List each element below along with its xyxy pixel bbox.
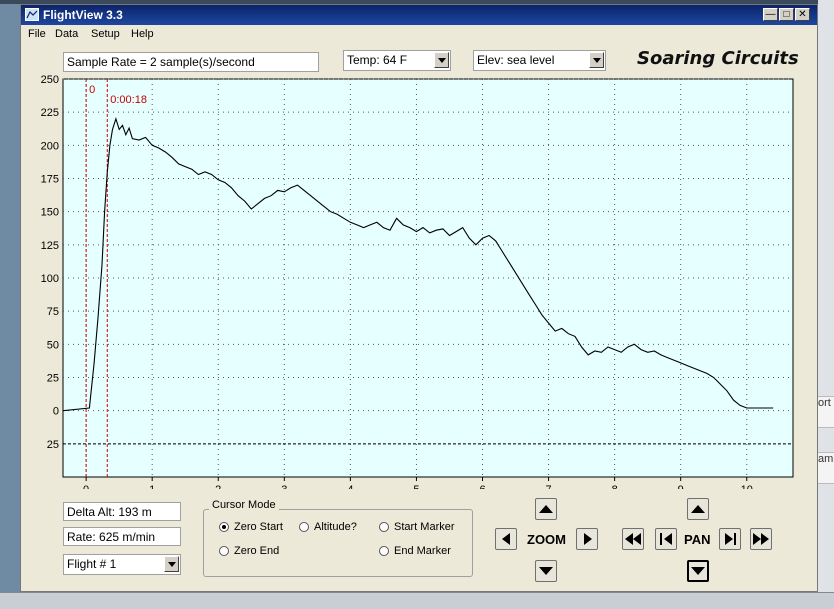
x-tick-label: 8 [612, 484, 618, 489]
y-tick-label: 75 [47, 306, 59, 318]
x-tick-label: 4 [347, 484, 353, 489]
x-tick-label: 2 [215, 484, 221, 489]
arrow-down-icon [691, 567, 705, 575]
x-tick-label: 3 [281, 484, 287, 489]
maximize-button[interactable]: □ [779, 8, 794, 21]
bar-icon [734, 533, 736, 545]
arrow-right-icon [584, 533, 592, 545]
y-tick-label: 200 [41, 140, 59, 152]
radio-dot-selected-icon [219, 522, 229, 532]
zoom-right-button[interactable] [576, 528, 598, 550]
flight-select[interactable]: Flight # 1 [63, 554, 181, 575]
app-chart-icon [25, 8, 39, 21]
x-tick-label: 7 [546, 484, 552, 489]
elev-value: Elev: sea level [477, 53, 555, 67]
radio-dot-icon [379, 522, 389, 532]
arrow-left-icon [664, 533, 672, 545]
arrow-up-icon [539, 505, 553, 513]
radio-altitude-label: Altitude? [314, 521, 357, 533]
x-tick-label: 9 [678, 484, 684, 489]
elev-select[interactable]: Elev: sea level [473, 50, 606, 71]
temp-dropdown-arrow-icon[interactable] [434, 52, 449, 68]
pan-up-button[interactable] [687, 498, 709, 520]
pan-left-button[interactable] [655, 528, 677, 550]
pan-down-button[interactable] [687, 560, 709, 582]
y-tick-label: 50 [47, 339, 59, 351]
radio-zero-start-label: Zero Start [234, 521, 283, 533]
radio-end-marker-label: End Marker [394, 545, 451, 557]
desktop-fragment-2: am [818, 452, 834, 484]
y-tick-label: 25 [47, 439, 59, 451]
zero-marker-label: 0 [89, 84, 95, 96]
double-arrow-right-icon [753, 533, 761, 545]
arrow-up-icon [691, 505, 705, 513]
minimize-button[interactable]: — [763, 8, 778, 21]
pan-last-button[interactable] [750, 528, 772, 550]
y-tick-label: 175 [41, 174, 59, 186]
zoom-label: ZOOM [527, 532, 566, 547]
window-title: FlightView 3.3 [43, 8, 123, 22]
double-arrow-left-icon [625, 533, 633, 545]
radio-altitude[interactable]: Altitude? [299, 521, 357, 533]
radio-zero-end-label: Zero End [234, 545, 280, 557]
radio-zero-start[interactable]: Zero Start [219, 521, 283, 533]
zoom-out-button[interactable] [535, 560, 557, 582]
arrow-right-icon [725, 533, 733, 545]
menu-file[interactable]: File [28, 28, 46, 40]
pan-first-button[interactable] [622, 528, 644, 550]
arrow-down-icon [539, 567, 553, 575]
y-tick-label: 150 [41, 207, 59, 219]
pan-label: PAN [684, 532, 711, 547]
radio-dot-icon [219, 546, 229, 556]
double-arrow-left-icon-part [633, 533, 641, 545]
delta-alt-field: Delta Alt: 193 m [63, 502, 181, 521]
y-tick-label: 0 [53, 406, 59, 418]
x-tick-label: 0 [83, 484, 89, 489]
x-tick-label: 1 [149, 484, 155, 489]
menu-setup[interactable]: Setup [91, 28, 120, 40]
time-marker-label: 0:00:18 [110, 94, 147, 106]
taskbar-strip [0, 592, 834, 609]
y-tick-label: 100 [41, 273, 59, 285]
radio-dot-icon [379, 546, 389, 556]
radio-end-marker[interactable]: End Marker [379, 545, 451, 557]
y-tick-label: 250 [41, 74, 59, 86]
bar-icon [660, 533, 662, 545]
elev-dropdown-arrow-icon[interactable] [589, 52, 604, 68]
flight-value: Flight # 1 [67, 557, 117, 571]
radio-zero-end[interactable]: Zero End [219, 545, 279, 557]
x-tick-label: 5 [413, 484, 419, 489]
temp-value: Temp: 64 F [347, 53, 408, 67]
menu-data[interactable]: Data [55, 28, 78, 40]
flight-dropdown-arrow-icon[interactable] [164, 556, 179, 572]
radio-start-marker-label: Start Marker [394, 521, 455, 533]
temp-select[interactable]: Temp: 64 F [343, 50, 451, 71]
desktop-background-right: ort am [818, 0, 834, 608]
menu-help[interactable]: Help [131, 28, 154, 40]
altitude-chart[interactable]: 2502252001751501251007550250250123456789… [21, 69, 817, 489]
radio-start-marker[interactable]: Start Marker [379, 521, 455, 533]
close-button[interactable]: ✕ [795, 8, 810, 21]
flightview-window: FlightView 3.3 — □ ✕ File Data Setup Hel… [20, 4, 818, 592]
y-tick-label: 25 [47, 373, 59, 385]
desktop-fragment-1: ort [818, 396, 834, 428]
pan-right-button[interactable] [719, 528, 741, 550]
y-tick-label: 225 [41, 107, 59, 119]
double-arrow-right-icon-part [761, 533, 769, 545]
zoom-left-button[interactable] [495, 528, 517, 550]
cursor-mode-title: Cursor Mode [209, 499, 279, 511]
radio-dot-icon [299, 522, 309, 532]
arrow-left-icon [502, 533, 510, 545]
rate-field: Rate: 625 m/min [63, 527, 181, 546]
x-tick-label: 6 [479, 484, 485, 489]
brand-logo-text: Soaring Circuits [637, 48, 799, 69]
x-tick-label: 10 [741, 484, 753, 489]
zoom-in-button[interactable] [535, 498, 557, 520]
y-tick-label: 125 [41, 240, 59, 252]
title-bar[interactable]: FlightView 3.3 — □ ✕ [21, 5, 817, 25]
cursor-mode-group [203, 509, 473, 577]
menu-bar: File Data Setup Help [21, 26, 817, 44]
